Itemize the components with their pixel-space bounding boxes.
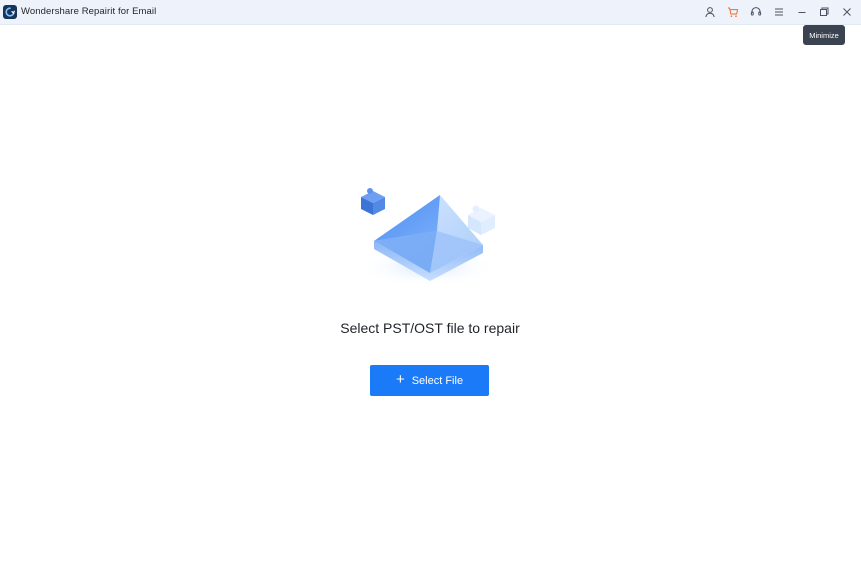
tooltip: Minimize [803, 25, 845, 45]
title-bar[interactable]: Wondershare Repairit for Email [0, 0, 861, 25]
cart-icon[interactable] [725, 4, 741, 20]
page-heading: Select PST/OST file to repair [340, 320, 520, 336]
support-icon[interactable] [748, 4, 764, 20]
close-icon[interactable] [839, 4, 855, 20]
account-icon[interactable] [702, 4, 718, 20]
restore-icon[interactable] [816, 4, 832, 20]
app-logo-icon [3, 5, 17, 19]
app-title: Wondershare Repairit for Email [21, 6, 157, 17]
select-file-label: Select File [411, 374, 464, 387]
select-file-button[interactable]: + Select File [370, 365, 489, 396]
menu-icon[interactable] [771, 4, 787, 20]
plus-icon: + [395, 371, 405, 388]
minimize-icon[interactable] [794, 4, 810, 20]
app-window: Wondershare Repairit for Email Minimize … [0, 0, 861, 561]
email-illustration [340, 175, 520, 290]
